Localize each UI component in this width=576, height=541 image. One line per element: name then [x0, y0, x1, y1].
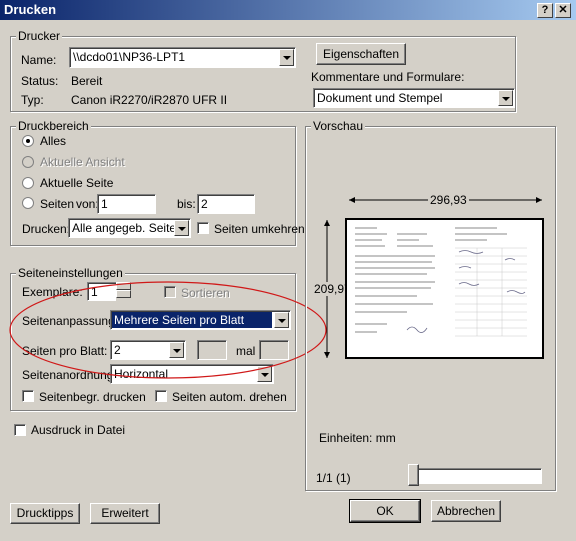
- preview-page-slider-track[interactable]: [409, 468, 542, 484]
- advanced-button[interactable]: Erweitert: [90, 503, 160, 524]
- cancel-button[interactable]: Abbrechen: [431, 500, 501, 522]
- preview-group-label: Vorschau: [311, 119, 366, 133]
- page-counter: 1/1 (1): [316, 471, 351, 485]
- print-tips-button[interactable]: Drucktipps: [10, 503, 80, 524]
- print-to-file-label: Ausdruck in Datei: [31, 423, 126, 437]
- preview-width: 296,93: [428, 193, 469, 207]
- page-thumbnail-image: [355, 227, 527, 337]
- print-to-file-checkbox[interactable]: [14, 424, 26, 436]
- preview-page: [345, 218, 544, 359]
- units-label: Einheiten: mm: [319, 431, 396, 445]
- preview-page-slider-thumb[interactable]: [408, 464, 419, 486]
- ok-button[interactable]: OK: [349, 499, 421, 523]
